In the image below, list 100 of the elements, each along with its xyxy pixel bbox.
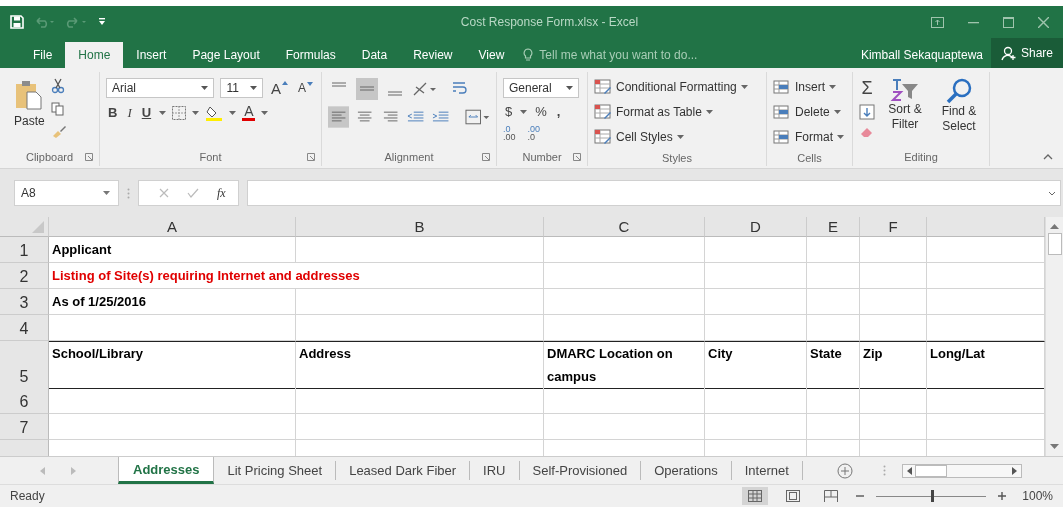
paste-button[interactable]: Paste: [14, 74, 45, 128]
column-header[interactable]: B: [296, 217, 544, 237]
sheet-tab[interactable]: Operations: [641, 461, 732, 480]
row-header[interactable]: 2: [0, 263, 49, 289]
align-middle-icon[interactable]: [356, 78, 378, 100]
ribbon-tab[interactable]: Data: [348, 42, 401, 68]
ribbon-tab[interactable]: Insert: [123, 42, 180, 68]
view-button[interactable]: [742, 487, 769, 505]
fill-down-icon[interactable]: [859, 104, 875, 120]
number-format-field[interactable]: General: [503, 78, 579, 98]
copy-icon[interactable]: [50, 102, 65, 116]
cells-button[interactable]: Insert: [773, 76, 846, 98]
previous-sheet-icon[interactable]: [40, 466, 45, 475]
sheet-tab[interactable]: IRU: [470, 461, 520, 480]
cells-button[interactable]: Delete: [773, 101, 846, 123]
undo-icon[interactable]: [34, 16, 56, 28]
dialog-launcher-icon[interactable]: [307, 153, 315, 161]
ribbon-tab[interactable]: Home: [65, 42, 124, 68]
scroll-thumb[interactable]: [914, 464, 947, 477]
user-name[interactable]: Kimball Sekaquaptewa: [860, 42, 991, 68]
horizontal-scrollbar[interactable]: [901, 463, 1022, 478]
scroll-up-icon[interactable]: [1050, 223, 1059, 229]
maximize-icon[interactable]: [1003, 16, 1014, 28]
fill-color-icon[interactable]: [205, 104, 224, 121]
share-button[interactable]: Share: [990, 38, 1063, 68]
font-size-field[interactable]: 11: [220, 78, 263, 98]
customize-icon[interactable]: [98, 17, 106, 27]
dropdown-icon[interactable]: [261, 110, 269, 115]
checkmark-icon[interactable]: [187, 188, 199, 198]
tell-me-field[interactable]: Tell me what you want to do...: [523, 42, 742, 68]
dialog-launcher-icon[interactable]: [482, 153, 490, 161]
cancel-icon[interactable]: [159, 188, 169, 198]
font-name-field[interactable]: Arial: [106, 78, 215, 98]
dropdown-icon[interactable]: [159, 110, 167, 115]
borders-icon[interactable]: [172, 105, 187, 120]
font-color-button[interactable]: A: [242, 104, 256, 121]
styles-button[interactable]: Cell Styles: [594, 126, 760, 148]
column-header[interactable]: C: [544, 217, 705, 237]
styles-button[interactable]: Format as Table: [594, 101, 760, 123]
zoom-in-icon[interactable]: [998, 492, 1007, 500]
ribbon-display-icon[interactable]: [931, 16, 944, 28]
shrink-font-button[interactable]: A: [296, 81, 315, 95]
vertical-scrollbar[interactable]: [1045, 217, 1063, 456]
dialog-launcher-icon[interactable]: [573, 153, 581, 161]
row-header[interactable]: 7: [0, 414, 49, 440]
zoom-out-icon[interactable]: [856, 492, 865, 500]
close-icon[interactable]: [1038, 16, 1049, 28]
scissors-icon[interactable]: [50, 78, 65, 94]
sheet-tab[interactable]: Lit Pricing Sheet: [214, 461, 337, 480]
orientation-icon[interactable]: [412, 81, 438, 97]
cells-button[interactable]: Format: [773, 126, 846, 148]
collapse-ribbon-icon[interactable]: [1043, 154, 1053, 160]
styles-button[interactable]: Conditional Formatting: [594, 76, 760, 98]
find-select-button[interactable]: Find & Select: [935, 78, 983, 146]
column-header[interactable]: A: [49, 217, 296, 237]
add-sheet-icon[interactable]: [836, 462, 853, 479]
ribbon-tab[interactable]: Formulas: [272, 42, 349, 68]
sheet-tab[interactable]: Addresses: [118, 457, 215, 484]
merge-center-icon[interactable]: [464, 109, 490, 125]
italic-button[interactable]: I: [125, 104, 134, 121]
ribbon-tab[interactable]: Page Layout: [179, 42, 273, 68]
redo-icon[interactable]: [66, 16, 88, 28]
expand-icon[interactable]: [1048, 191, 1056, 196]
percent-button[interactable]: %: [533, 104, 549, 119]
save-icon[interactable]: [10, 15, 24, 29]
column-header[interactable]: F: [860, 217, 927, 237]
scroll-down-icon[interactable]: [1050, 444, 1059, 450]
row-header[interactable]: 4: [0, 315, 49, 341]
sort-filter-button[interactable]: Sort & Filter: [881, 78, 929, 146]
scroll-right-icon[interactable]: [1011, 466, 1017, 475]
decimal-button[interactable]: .00 .0: [527, 125, 541, 141]
sheet-tab[interactable]: Leased Dark Fiber: [336, 461, 471, 480]
name-box[interactable]: A8: [14, 180, 119, 206]
column-header[interactable]: D: [705, 217, 807, 237]
dropdown-icon[interactable]: [520, 109, 528, 114]
scroll-left-icon[interactable]: [906, 466, 912, 475]
formula-input[interactable]: [246, 180, 1061, 206]
sheet-tab[interactable]: Internet: [731, 461, 803, 480]
sheet-tab[interactable]: Self-Provisioned: [519, 461, 642, 480]
ribbon-tab[interactable]: File: [20, 42, 66, 68]
bold-button[interactable]: B: [106, 105, 120, 120]
wrap-text-icon[interactable]: [452, 81, 468, 97]
decimal-button[interactable]: .0 .00: [503, 125, 516, 141]
row-header[interactable]: 6: [0, 388, 49, 414]
ribbon-tab[interactable]: View: [465, 42, 518, 68]
autosum-button[interactable]: Σ: [861, 78, 873, 98]
row-header[interactable]: 3: [0, 289, 49, 315]
currency-button[interactable]: $: [503, 104, 515, 119]
dialog-launcher-icon[interactable]: [85, 153, 93, 161]
row-header[interactable]: 1: [0, 237, 49, 263]
eraser-icon[interactable]: [859, 126, 875, 138]
next-sheet-icon[interactable]: [71, 466, 76, 475]
zoom-level[interactable]: 100%: [1022, 489, 1053, 503]
comma-button[interactable]: ,: [554, 104, 563, 119]
scroll-thumb[interactable]: [1047, 233, 1062, 255]
dropdown-icon[interactable]: [192, 110, 200, 115]
row-header[interactable]: 5: [0, 341, 49, 389]
dropdown-icon[interactable]: [229, 110, 237, 115]
underline-button[interactable]: U: [139, 105, 154, 120]
insert-function-button[interactable]: fx: [217, 185, 226, 201]
